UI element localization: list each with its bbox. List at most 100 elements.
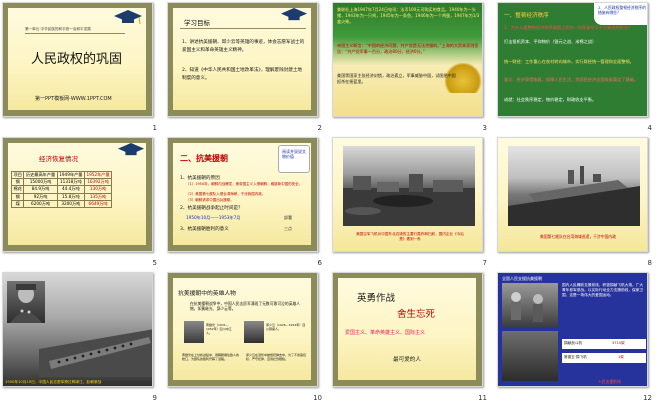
slide-number: 6 xyxy=(317,259,322,267)
table-cell: 钢 xyxy=(10,192,25,201)
sticker-note: 阅读并说说文物价值 xyxy=(278,145,310,173)
fleet-photo xyxy=(508,146,640,226)
slide-number: 3 xyxy=(482,124,487,132)
table-cell: 92万吨 xyxy=(23,192,58,201)
support-photo-2 xyxy=(502,331,558,381)
slide-thumbnail-3[interactable]: 美联社上海1947年7月24日电讯：法币100元可购买的食品，1940年为一头猪… xyxy=(330,0,495,135)
slide-2-canvas: 学习目标 1、讲述抗美援朝、邱少云等英雄的事迹，体会志愿军战士的爱国主义和革命英… xyxy=(167,2,318,117)
bombing-photo xyxy=(343,146,475,226)
graduation-cap-icon xyxy=(113,9,143,27)
table-header: 项目 xyxy=(10,170,25,180)
support-photo-1 xyxy=(502,283,558,327)
river-crossing-photo xyxy=(39,329,152,377)
table-cell: 84.9万吨 xyxy=(23,185,58,194)
table-row: 棉花 84.9万吨 44.4万吨 130万吨 xyxy=(10,185,113,194)
stat-2-label: 常香玉·捐飞机 xyxy=(564,355,587,359)
slide-thumbnail-12[interactable]: 全国人民支援抗美援朝 国内人民踊跃支援前线，积极捐献飞机大炮，广大青年参军参战。… xyxy=(495,270,660,405)
stat-box-1: 捐献战斗机 3710架 xyxy=(562,339,646,349)
general-portrait xyxy=(7,281,45,323)
slide-12-heading: 全国人民支援抗美援朝 xyxy=(502,276,542,281)
slide-thumbnail-9[interactable]: 1950年10月19日，中国人民志愿军跨过鸭绿江，赴朝参战 9 xyxy=(0,270,165,405)
slide-11-canvas: 英勇作战 舍生忘死 爱国主义、革命英雄主义、国际主义 最可爱的人 xyxy=(332,272,483,387)
economic-recovery-table: 项目 历史最高年产量 1949年产量 1952年产量 钢 15000万吨 113… xyxy=(10,170,113,208)
slide-11-footer: 最可爱的人 xyxy=(393,357,421,363)
table-row: 钢 92万吨 15.8万吨 135万吨 xyxy=(10,192,113,201)
table-cell: 煤 xyxy=(10,199,25,208)
slide-1-unit-line: 第一单元 中华民族的和平统一及和平发展 xyxy=(25,27,91,31)
slide-6-heading-3: 3、抗美援朝胜利的意义 xyxy=(180,227,229,232)
slide-number: 9 xyxy=(152,394,157,402)
slide-thumbnail-4[interactable]: 2、人民政权整顿经济秩序的措施有哪些？ 一、整顿经济秩序 1、为什么要整顿经济秩… xyxy=(495,0,660,135)
table-cell: 棉花 xyxy=(10,185,25,194)
slide-3-text-2: 帝国主义断言：“中国的经济问题，共产党是无法克服的。”上海的大资本家则宣告：“共… xyxy=(337,43,479,55)
slide-12-text: 国内人民踊跃支援前线，积极捐献飞机大炮，广大青年参军参战。以实际行动全力支援前线… xyxy=(562,283,644,298)
slide-number: 2 xyxy=(317,124,322,132)
slide-4-badge-text: 2、人民政权整顿经济秩序的措施有哪些？ xyxy=(598,5,646,15)
slide-thumbnail-7[interactable]: 美国空军飞机对中国东北边境的主要行轰炸和扫射，国内企业《今后是》遭到一系 7 xyxy=(330,135,495,270)
sticker-text: 阅读并说说文物价值 xyxy=(282,149,306,160)
slide-6-side-1: 部署 xyxy=(284,215,292,220)
slide-4-answer-4: 成就：社会秩序稳定，物价稳定，财政收支平衡。 xyxy=(504,97,597,102)
slide-4-question: 1、为什么要整顿经济秩序建国之初的一项既复杂又十分紧迫的任务？ xyxy=(504,25,633,30)
stat-box-2: 常香玉·捐飞机 1架 xyxy=(562,353,646,363)
slide-thumbnail-5[interactable]: 经济恢复情况 项目 历史最高年产量 1949年产量 1952年产量 钢 1500… xyxy=(0,135,165,270)
hero-1-desc: 黄继光在上甘岭战役中，用胸膛堵住敌人的枪口，为部队的胜利开辟了道路。 xyxy=(182,353,240,362)
slide-4-answer-1: 打击投机资本、平抑物价（银元之战、米棉之战） xyxy=(504,39,597,44)
slide-6-reason-1: （1）1950年，朝鲜内战爆发，美帝国主义入侵朝鲜，威胁新中国的安全。 xyxy=(186,182,303,186)
slide-10-intro: 在抗美援朝战争中，中国人民志愿军涌现了无数可歌可泣的英雄人物，如黄继光、邱少云等… xyxy=(190,301,301,312)
graduation-cap-icon xyxy=(117,142,145,159)
table-cell: 16392万吨 xyxy=(83,178,113,187)
slide-thumbnail-6[interactable]: 二、抗美援朝 阅读并说说文物价值 1、抗美援朝的原因 （1）1950年，朝鲜内战… xyxy=(165,135,330,270)
slide-5-canvas: 经济恢复情况 项目 历史最高年产量 1949年产量 1952年产量 钢 1500… xyxy=(2,137,153,252)
slide-number: 11 xyxy=(478,394,487,402)
table-header: 1952年产量 xyxy=(83,170,113,180)
slide-number: 12 xyxy=(643,394,652,402)
table-cell: 11318万吨 xyxy=(56,178,85,187)
slide-thumbnail-11[interactable]: 英勇作战 舍生忘死 爱国主义、革命英雄主义、国际主义 最可爱的人 11 xyxy=(330,270,495,405)
slide-number: 5 xyxy=(152,259,157,267)
slide-4-heading: 一、整顿经济秩序 xyxy=(504,13,549,19)
table-header-row: 项目 历史最高年产量 1949年产量 1952年产量 xyxy=(10,170,113,180)
slide-number: 8 xyxy=(647,259,652,267)
slide-thumbnail-8[interactable]: 美国第七舰队在台湾海域巡逻，干涉中国内政 8 xyxy=(495,135,660,270)
hero-1-label: 黄继光（1931—1952年）四川中江人。 xyxy=(206,323,232,336)
slide-3-text-1: 美联社上海1947年7月24日电讯：法币100元可购买的食品，1940年为一头猪… xyxy=(337,7,480,25)
table-cell: 6649万吨 xyxy=(83,199,113,208)
table-cell: 15.8万吨 xyxy=(56,192,85,201)
table-row: 钢 15000万吨 11318万吨 16392万吨 xyxy=(10,178,113,187)
table-cell: 15000万吨 xyxy=(23,178,58,187)
hero-portrait-1 xyxy=(184,321,204,343)
slide-6-dates: 1950年10月——1953年7月 xyxy=(186,215,241,220)
slide-4-answer-3: 意义：经济获得恢复，保障人民生活，为国民经济全面恢复奠定了基础。 xyxy=(504,77,639,82)
divider xyxy=(180,28,306,29)
slide-11-title: 英勇作战 xyxy=(357,293,396,304)
slide-6-title: 二、抗美援朝 xyxy=(180,154,228,163)
slide-10-canvas: 抗美援朝中的英雄人物 在抗美援朝战争中，中国人民志愿军涌现了无数可歌可泣的英雄人… xyxy=(167,272,318,387)
table-cell: 6200万吨 xyxy=(23,199,58,208)
slide-6-canvas: 二、抗美援朝 阅读并说说文物价值 1、抗美援朝的原因 （1）1950年，朝鲜内战… xyxy=(167,137,318,252)
slide-5-title: 经济恢复情况 xyxy=(39,155,78,163)
slide-1-canvas: 第一单元 中华民族的和平统一及和平发展 人民政权的巩固 第一PPT模板网-WWW… xyxy=(2,2,153,117)
slide-8-canvas: 美国第七舰队在台湾海域巡逻，干涉中国内政 xyxy=(497,137,648,252)
slide-thumbnail-1[interactable]: 第一单元 中华民族的和平统一及和平发展 人民政权的巩固 第一PPT模板网-WWW… xyxy=(0,0,165,135)
table-cell: 44.4万吨 xyxy=(56,185,85,194)
slide-10-heading: 抗美援朝中的英雄人物 xyxy=(178,291,236,297)
slide-number: 4 xyxy=(647,124,652,132)
table-cell: 130万吨 xyxy=(83,185,113,194)
table-cell: 钢 xyxy=(10,178,25,187)
slide-number: 1 xyxy=(152,124,157,132)
slide-thumbnail-2[interactable]: 学习目标 1、讲述抗美援朝、邱少云等英雄的事迹，体会志愿军战士的爱国主义和革命英… xyxy=(165,0,330,135)
slide-number: 10 xyxy=(313,394,322,402)
slide-thumbnail-10[interactable]: 抗美援朝中的英雄人物 在抗美援朝战争中，中国人民志愿军涌现了无数可歌可泣的英雄人… xyxy=(165,270,330,405)
slide-sorter-grid: 第一单元 中华民族的和平统一及和平发展 人民政权的巩固 第一PPT模板网-WWW… xyxy=(0,0,660,407)
question-badge: 2、人民政权整顿经济秩序的措施有哪些？ xyxy=(594,3,647,25)
stat-1-label: 捐献战斗机 xyxy=(564,341,582,345)
slide-6-heading-1: 1、抗美援朝的原因 xyxy=(180,176,220,181)
table-header: 历史最高年产量 xyxy=(23,170,58,180)
slide-11-subtitle: 舍生忘死 xyxy=(397,309,436,320)
slide-8-caption: 美国第七舰队在台湾海域巡逻，干涉中国内政 xyxy=(540,234,616,239)
slide-9-caption: 1950年10月19日，中国人民志愿军跨过鸭绿江，赴朝参战 xyxy=(5,380,102,384)
slide-4-answer-2: 统一财经：工作重心在农村转向城市，实行财经统一管理和全面整顿。 xyxy=(504,59,634,64)
slide-2-item-2: 2、知道《中华人民共和国土地改革法》，理解废除封建土地制度的意义。 xyxy=(182,68,303,81)
slide-7-canvas: 美国空军飞机对中国东北边境的主要行轰炸和扫射，国内企业《今后是》遭到一系 xyxy=(332,137,483,252)
